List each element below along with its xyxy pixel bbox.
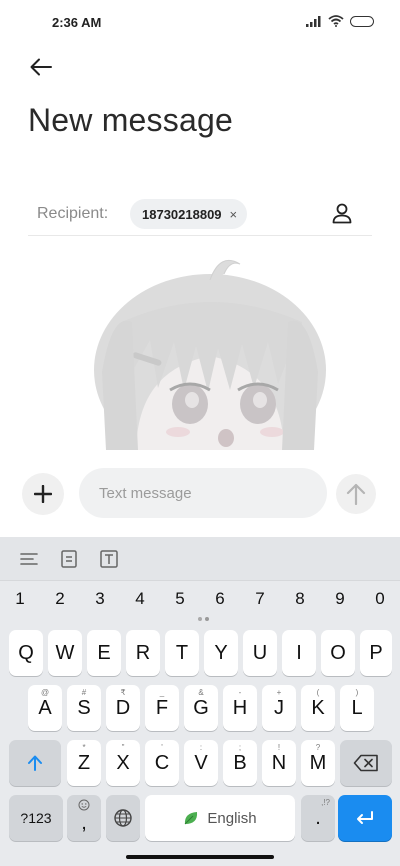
back-arrow-icon [30,58,52,76]
recipient-label: Recipient: [37,205,109,222]
key-7[interactable]: 7 [250,589,270,609]
recipient-chip[interactable]: 18730218809 × [130,199,248,229]
key-c[interactable]: ' C [145,740,179,786]
key-t[interactable]: T [165,630,199,676]
key-f[interactable]: _ F [145,685,179,731]
recipient-number: 18730218809 [142,206,222,222]
comma-emoji-key[interactable]: , [67,795,101,841]
key-y[interactable]: Y [204,630,238,676]
key-4[interactable]: 4 [130,589,150,609]
key-9[interactable]: 9 [330,589,350,609]
add-attachment-button[interactable] [22,473,64,515]
key-a[interactable]: @ A [28,685,62,731]
signal-icon [306,15,321,27]
key-q[interactable]: Q [9,630,43,676]
key-2[interactable]: 2 [50,589,70,609]
key-d[interactable]: ₹ D [106,685,140,731]
number-row: 1 2 3 4 5 6 7 8 9 0 [0,583,400,613]
keyboard: 1 2 3 4 5 6 7 8 9 0 Q W E R T Y U I O P … [0,537,400,866]
text-edit-icon[interactable] [99,549,119,569]
key-i[interactable]: I [282,630,316,676]
status-icons [306,15,374,27]
key-j[interactable]: + J [262,685,296,731]
page-dot [198,617,202,621]
key-r[interactable]: R [126,630,160,676]
space-language-label: English [207,809,257,827]
back-button[interactable] [26,52,56,82]
status-bar: 2:36 AM [0,0,400,44]
symbols-key[interactable]: ?123 [9,795,63,841]
key-5[interactable]: 5 [170,589,190,609]
key-m[interactable]: ? M [301,740,335,786]
shift-key[interactable] [9,740,61,786]
period-key[interactable]: ,!?. [301,795,335,841]
key-0[interactable]: 0 [370,589,390,609]
empty-state-illustration [92,252,328,450]
battery-icon [350,15,374,27]
language-key[interactable] [106,795,140,841]
wifi-icon [328,15,344,27]
key-e[interactable]: E [87,630,121,676]
key-3[interactable]: 3 [90,589,110,609]
key-b[interactable]: ; B [223,740,257,786]
page-dot [205,617,209,621]
key-k[interactable]: (K [301,685,335,731]
emoji-icon [78,799,90,811]
key-6[interactable]: 6 [210,589,230,609]
message-input[interactable] [79,468,327,518]
key-g[interactable]: & G [184,685,218,731]
key-h[interactable]: -H [223,685,257,731]
key-w[interactable]: W [48,630,82,676]
page-title: New message [28,102,233,138]
key-1[interactable]: 1 [10,589,30,609]
contact-picker-button[interactable] [330,201,354,225]
backspace-key[interactable] [340,740,392,786]
key-z[interactable]: * Z [67,740,101,786]
enter-key[interactable] [338,795,392,841]
plus-icon [34,485,52,503]
key-v[interactable]: :V [184,740,218,786]
key-p[interactable]: P [360,630,392,676]
home-indicator[interactable] [126,855,274,859]
backspace-icon [353,754,378,772]
space-key[interactable]: English [145,795,295,841]
globe-icon [114,809,132,827]
menu-lines-icon[interactable] [19,549,39,569]
keyboard-toolbar [0,537,400,581]
key-o[interactable]: O [321,630,355,676]
send-button[interactable] [336,474,376,514]
key-x[interactable]: " X [106,740,140,786]
status-time: 2:36 AM [52,15,102,30]
leaf-icon [185,812,198,825]
key-8[interactable]: 8 [290,589,310,609]
key-l[interactable]: ) L [340,685,374,731]
key-u[interactable]: U [243,630,277,676]
recipient-row: Recipient: 18730218809 × [28,196,372,236]
shift-arrow-icon [28,755,42,771]
contact-icon [332,203,352,224]
clipboard-icon[interactable] [59,549,79,569]
remove-recipient-icon[interactable]: × [230,207,238,222]
key-s[interactable]: # S [67,685,101,731]
enter-icon [357,811,373,824]
key-n[interactable]: ! N [262,740,296,786]
send-arrow-icon [346,483,366,505]
